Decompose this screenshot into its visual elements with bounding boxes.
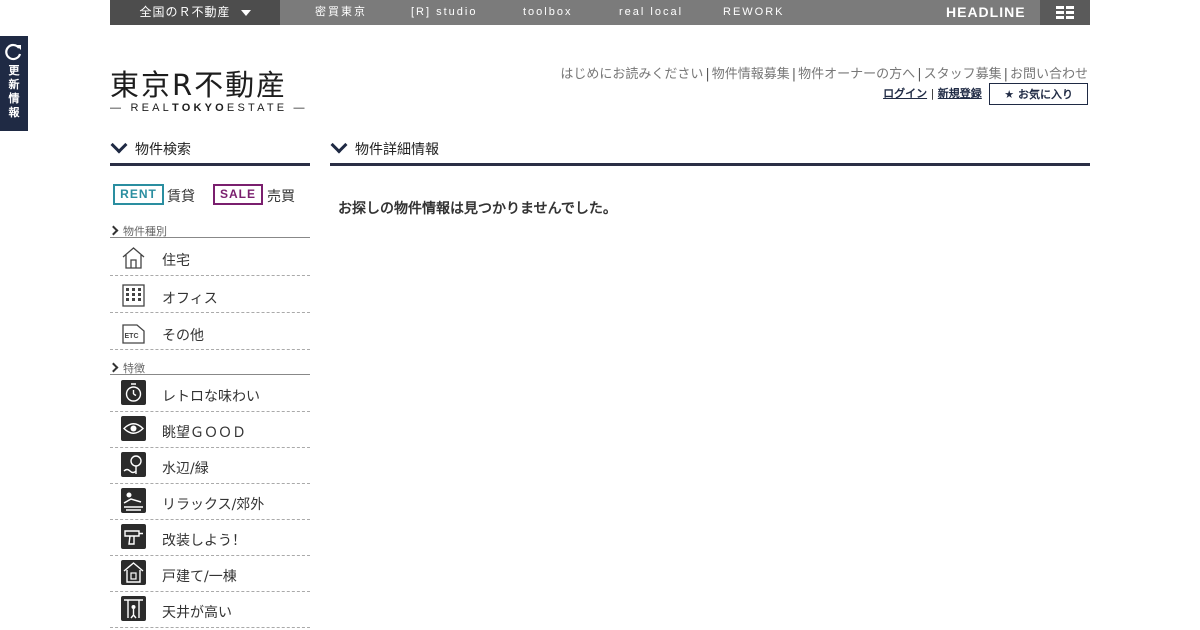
etc-icon: ETC [122, 324, 145, 344]
sale-badge[interactable]: SALE [213, 184, 263, 205]
type-label: オフィス [162, 291, 218, 307]
drill-icon [121, 524, 146, 549]
site-logo-subtitle: — REALTOKYOESTATE — [110, 102, 310, 114]
feature-item-detached[interactable]: 戸建て/一棟 [110, 556, 310, 592]
logo-sub-suffix: ESTATE — [226, 102, 308, 114]
side-tab-char-2: 新 [8, 78, 20, 91]
side-tab-char-3: 情 [8, 92, 20, 105]
features-label-text: 特徴 [123, 362, 145, 375]
type-item-residential[interactable]: 住宅 [110, 239, 310, 276]
feature-item-view[interactable]: 眺望ＧＯＯＤ [110, 412, 310, 448]
nav-link-real-local[interactable]: real local [619, 0, 683, 25]
nav-link-toolbox[interactable]: toolbox [523, 0, 572, 25]
util-link-getting-started[interactable]: はじめにお読みください [560, 67, 703, 82]
type-label: 住宅 [162, 253, 190, 269]
area-select-dropdown[interactable]: 全国のＲ不動産 [110, 0, 280, 25]
site-logo[interactable]: 東京R不動産 [110, 62, 287, 104]
sidebar-heading: 物件検索 [110, 136, 310, 166]
feature-item-retro[interactable]: レトロな味わい [110, 376, 310, 412]
login-link[interactable]: ログイン [883, 87, 927, 100]
util-link-owners[interactable]: 物件オーナーの方へ [798, 67, 915, 82]
feature-label: 天井が高い [162, 605, 232, 621]
chevron-right-icon [108, 225, 119, 236]
util-link-property-wanted[interactable]: 物件情報募集 [712, 67, 790, 82]
util-link-staff-recruit[interactable]: スタッフ募集 [924, 67, 1002, 82]
nav-link-mitsubai[interactable]: 密買東京 [315, 0, 367, 25]
features-label: 特徴 [108, 360, 310, 375]
refresh-icon [5, 43, 22, 61]
side-tab-char-1: 更 [8, 64, 20, 77]
register-link[interactable]: 新規登録 [938, 87, 982, 100]
area-select-label: 全国のＲ不動産 [139, 5, 231, 19]
util-link-contact[interactable]: お問い合わせ [1010, 67, 1088, 82]
feature-label: レトロな味わい [162, 389, 260, 405]
chevron-right-icon [108, 362, 119, 373]
login-separator: | [930, 87, 935, 100]
property-type-label: 物件種別 [108, 223, 310, 238]
property-type-label-text: 物件種別 [123, 225, 167, 238]
feature-label: 水辺/緑 [162, 461, 209, 477]
separator: | [1003, 67, 1008, 82]
feature-label: 眺望ＧＯＯＤ [162, 425, 246, 441]
feature-label: リラックス/郊外 [162, 497, 265, 513]
sale-label[interactable]: 売買 [267, 186, 295, 206]
house-icon [122, 247, 145, 269]
waterside-tree-icon [121, 452, 146, 477]
type-label: その他 [162, 328, 204, 344]
feature-label: 戸建て/一棟 [162, 569, 237, 585]
main-heading: 物件詳細情報 [330, 136, 1090, 166]
separator: | [791, 67, 797, 82]
favorites-button[interactable]: ★ お気に入り [989, 83, 1088, 105]
nav-link-r-studio[interactable]: [R] studio [411, 0, 477, 25]
rent-badge[interactable]: RENT [113, 184, 164, 205]
retro-clock-icon [121, 380, 146, 405]
feature-item-renovate[interactable]: 改装しよう！ [110, 520, 310, 556]
office-building-icon [122, 284, 145, 307]
rent-label[interactable]: 賃貸 [167, 186, 195, 206]
feature-item-high-ceiling[interactable]: 天井が高い [110, 592, 310, 628]
top-navigation-bar: 全国のＲ不動産 密買東京 [R] studio toolbox real loc… [0, 0, 1200, 25]
utility-links: はじめにお読みください | 物件情報募集 | 物件オーナーの方へ | スタッフ募集 | お問い合… [560, 63, 1088, 82]
nav-link-rework[interactable]: REWORK [723, 0, 785, 25]
svg-text:ETC: ETC [125, 333, 139, 340]
top-navigation-inner: 全国のＲ不動産 密買東京 [R] studio toolbox real loc… [110, 0, 1090, 25]
sidebar-heading-label: 物件検索 [135, 142, 191, 158]
type-item-office[interactable]: オフィス [110, 276, 310, 313]
feature-item-waterside[interactable]: 水辺/緑 [110, 448, 310, 484]
chevron-down-icon [110, 136, 128, 154]
chevron-down-icon [330, 136, 348, 154]
side-tab-char-4: 報 [8, 106, 20, 119]
menu-grid-button[interactable] [1040, 0, 1090, 25]
feature-item-relax[interactable]: リラックス/郊外 [110, 484, 310, 520]
type-item-other[interactable]: ETC その他 [110, 313, 310, 350]
feature-label: 改装しよう！ [162, 533, 246, 549]
grid-menu-icon [1056, 6, 1074, 19]
login-row: ログイン | 新規登録 ★ お気に入り [883, 83, 1088, 105]
not-found-message: お探しの物件情報は見つかりませんでした。 [338, 201, 617, 217]
logo-sub-bold: TOKYO [172, 102, 227, 114]
separator: | [705, 67, 710, 82]
eye-view-icon [121, 416, 146, 441]
main-heading-label: 物件詳細情報 [355, 142, 439, 158]
separator: | [917, 67, 922, 82]
updates-side-tab[interactable]: 更 新 情 報 [0, 36, 28, 131]
headline-link[interactable]: HEADLINE [946, 0, 1026, 25]
logo-sub-prefix: — REAL [110, 102, 172, 114]
relax-icon [121, 488, 146, 513]
detached-house-icon [121, 560, 146, 585]
high-ceiling-icon [121, 596, 146, 621]
chevron-down-icon [240, 9, 251, 16]
